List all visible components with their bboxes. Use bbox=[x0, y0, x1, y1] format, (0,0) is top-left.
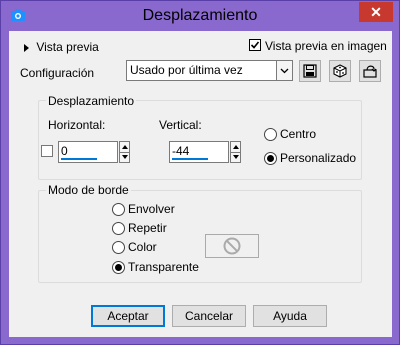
link-values-checkbox[interactable] bbox=[41, 145, 53, 157]
save-preset-icon bbox=[303, 64, 317, 78]
vertical-label: Vertical: bbox=[159, 118, 202, 132]
dialog-window: Desplazamiento ✕ Vista previa Vista prev… bbox=[0, 0, 400, 345]
no-color-icon bbox=[223, 237, 241, 255]
color-swatch[interactable] bbox=[205, 234, 259, 258]
focus-underline bbox=[61, 158, 97, 160]
close-button[interactable]: ✕ bbox=[359, 2, 393, 22]
wrap-radio-label: Envolver bbox=[128, 202, 175, 216]
image-preview-label: Vista previa en imagen bbox=[265, 39, 387, 53]
randomize-icon bbox=[333, 64, 347, 78]
chevron-down-icon[interactable] bbox=[276, 61, 292, 80]
checkmark-icon bbox=[250, 41, 260, 49]
randomize-button[interactable] bbox=[329, 60, 351, 82]
horizontal-input[interactable] bbox=[61, 144, 115, 158]
ok-button[interactable]: Aceptar bbox=[91, 305, 165, 327]
config-select[interactable]: Usado por última vez bbox=[126, 60, 293, 81]
title-bar[interactable]: Desplazamiento ✕ bbox=[1, 1, 399, 31]
expand-arrow-icon bbox=[24, 43, 29, 52]
reset-button[interactable] bbox=[359, 60, 381, 82]
repeat-radio[interactable] bbox=[112, 222, 125, 235]
vertical-field[interactable] bbox=[169, 141, 229, 163]
transparent-radio-label: Transparente bbox=[128, 260, 199, 274]
config-label: Configuración bbox=[20, 66, 95, 80]
preview-toggle-label: Vista previa bbox=[36, 40, 99, 54]
horizontal-field[interactable] bbox=[58, 141, 118, 163]
preview-toggle[interactable]: Vista previa bbox=[24, 40, 99, 54]
center-radio[interactable] bbox=[264, 128, 277, 141]
image-preview-checkbox[interactable] bbox=[249, 39, 261, 51]
vertical-input[interactable] bbox=[172, 144, 226, 158]
displacement-group-title: Desplazamiento bbox=[46, 94, 137, 108]
cancel-button[interactable]: Cancelar bbox=[172, 305, 246, 327]
stepper-up-icon[interactable] bbox=[231, 142, 240, 153]
vertical-stepper[interactable] bbox=[230, 141, 241, 163]
horizontal-stepper[interactable] bbox=[119, 141, 130, 163]
center-radio-label: Centro bbox=[280, 127, 317, 141]
repeat-radio-label: Repetir bbox=[128, 221, 167, 235]
help-button[interactable]: Ayuda bbox=[253, 305, 327, 327]
horizontal-label: Horizontal: bbox=[48, 118, 106, 132]
save-preset-button[interactable] bbox=[299, 60, 321, 82]
focus-underline bbox=[172, 158, 208, 160]
color-radio[interactable] bbox=[112, 241, 125, 254]
dialog-body: Vista previa Vista previa en imagen Conf… bbox=[9, 31, 392, 337]
custom-radio-label: Personalizado bbox=[280, 151, 357, 165]
stepper-up-icon[interactable] bbox=[120, 142, 129, 153]
reset-icon bbox=[363, 65, 377, 78]
transparent-radio[interactable] bbox=[112, 261, 125, 274]
custom-radio[interactable] bbox=[264, 152, 277, 165]
edge-mode-group bbox=[38, 190, 362, 283]
color-radio-label: Color bbox=[128, 240, 157, 254]
edge-mode-group-title: Modo de borde bbox=[46, 183, 131, 197]
config-select-value: Usado por última vez bbox=[130, 63, 243, 77]
wrap-radio[interactable] bbox=[112, 203, 125, 216]
window-title: Desplazamiento bbox=[142, 7, 258, 24]
